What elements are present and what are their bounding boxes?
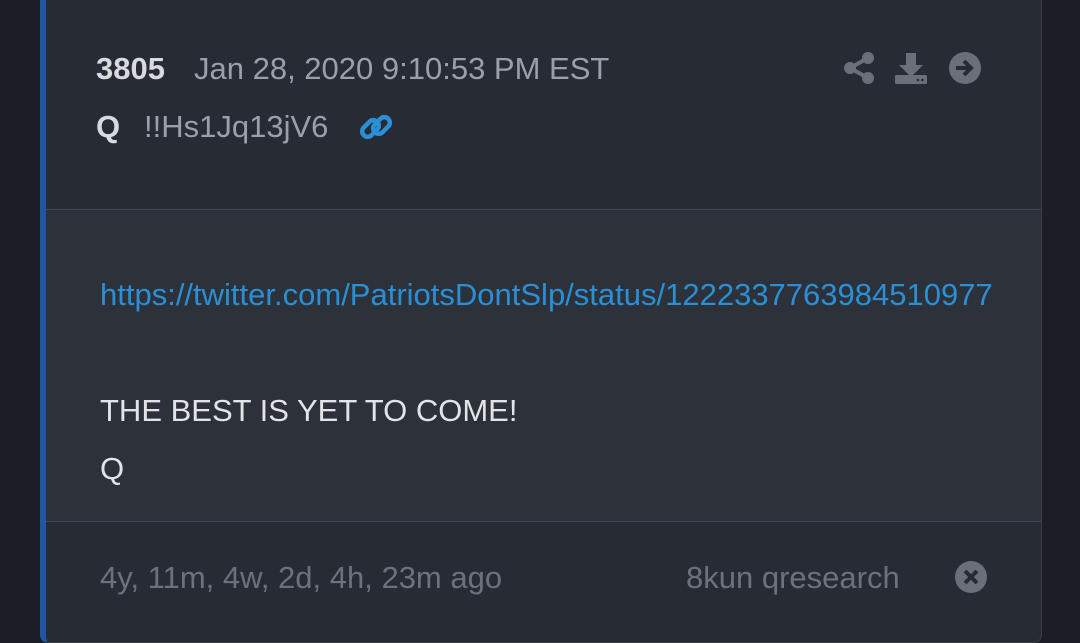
post-source: 8kun qresearch	[686, 560, 900, 595]
arrow-right-circle-icon[interactable]	[948, 51, 982, 85]
close-circle-icon[interactable]	[954, 560, 988, 594]
link-icon[interactable]	[358, 109, 394, 145]
post-timestamp: Jan 28, 2020 9:10:53 PM EST	[194, 51, 610, 86]
tweet-link[interactable]: https://twitter.com/PatriotsDontSlp/stat…	[100, 266, 1000, 324]
post-footer: 4y, 11m, 4w, 2d, 4h, 23m ago 8kun qresea…	[46, 522, 1041, 642]
post-header: 3805 Jan 28, 2020 9:10:53 PM EST Q !!Hs1…	[46, 0, 1041, 209]
share-icon[interactable]	[843, 51, 875, 85]
post-author: Q	[96, 109, 121, 144]
post-message: THE BEST IS YET TO COME!	[100, 393, 518, 428]
post-number[interactable]: 3805	[96, 51, 165, 87]
download-icon[interactable]	[894, 51, 928, 85]
post-card: 3805 Jan 28, 2020 9:10:53 PM EST Q !!Hs1…	[40, 0, 1042, 643]
post-body: https://twitter.com/PatriotsDontSlp/stat…	[46, 209, 1041, 522]
post-signature: Q	[100, 451, 125, 486]
post-tripcode: !!Hs1Jq13jV6	[144, 109, 329, 144]
post-age: 4y, 11m, 4w, 2d, 4h, 23m ago	[100, 560, 503, 595]
